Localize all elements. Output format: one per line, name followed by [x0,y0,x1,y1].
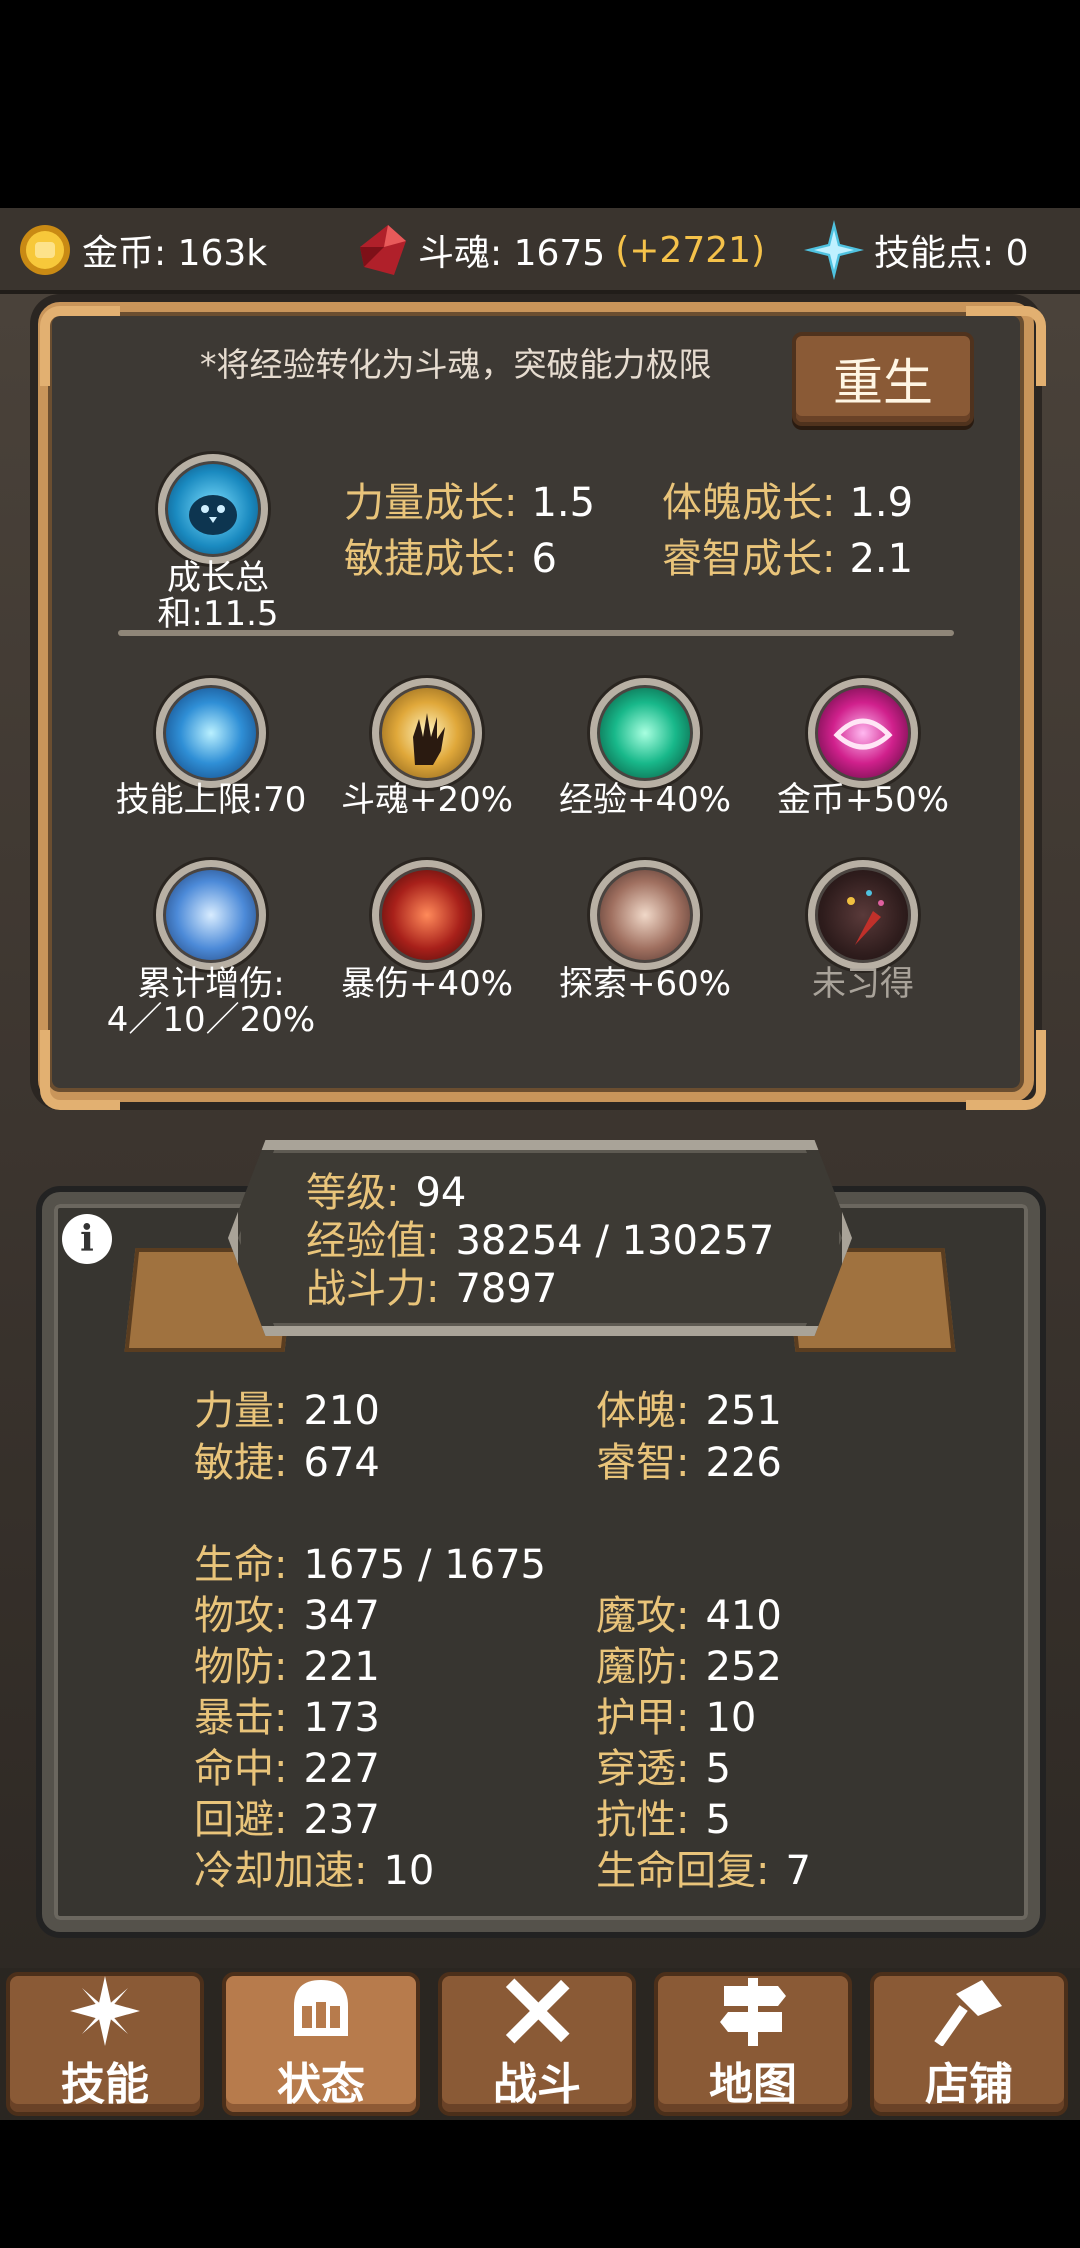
perk-label: 探索+60% [558,964,732,1004]
soul-bonus: (+2721) [615,229,766,271]
stat-penetration: 穿透: 5 [596,1746,731,1792]
tab-skills[interactable]: 技能 [6,1972,204,2116]
resource-bar: 金币: 163k 斗魂: 1675 (+2721) 技能点: 0 [0,208,1080,294]
rebirth-hint: *将经验转化为斗魂，突破能力极限 [200,345,712,384]
stat-phys-def: 物防: 221 [194,1644,380,1690]
growth-strength: 力量成长: 1.5 [344,480,596,526]
tab-battle[interactable]: 战斗 [438,1972,636,2116]
soul-hand-icon[interactable] [372,678,482,788]
frame-corner [966,306,1046,386]
gold-label: 金币: 163k [82,233,268,274]
stat-agility: 敏捷: 674 [194,1440,380,1486]
power-line: 战斗力: 7897 [306,1266,558,1312]
soul-label: 斗魂: 1675 [418,233,606,274]
tab-shop[interactable]: 店铺 [870,1972,1068,2116]
signpost-icon [714,1976,792,2046]
stat-cooldown: 冷却加速: 10 [194,1848,435,1894]
gold-eye-icon[interactable] [808,678,918,788]
gold-resource: 金币: 163k [18,222,267,278]
hammer-icon [930,1976,1008,2046]
stat-mag-atk: 魔攻: 410 [596,1593,782,1639]
skillpoint-resource: 技能点: 0 [804,220,1029,280]
stat-crit: 暴击: 173 [194,1695,380,1741]
stat-resistance: 抗性: 5 [596,1797,731,1843]
sword-strike-icon[interactable] [156,860,266,970]
growth-constitution: 体魄成长: 1.9 [662,480,914,526]
crit-warrior-icon[interactable] [372,860,482,970]
chick-icon [189,495,237,535]
frame-corner [40,306,120,386]
fireworks-icon[interactable] [808,860,918,970]
growth-total-caption: 成长总和:11.5 [157,558,279,634]
stat-phys-atk: 物攻: 347 [194,1593,380,1639]
stat-constitution: 体魄: 251 [596,1388,782,1434]
panel-divider [118,630,954,636]
rebirth-button[interactable]: 重生 [792,332,974,426]
stat-mag-def: 魔防: 252 [596,1644,782,1690]
perk-label: 累计增伤: 4／10／20% [106,964,316,1040]
tab-status[interactable]: 状态 [222,1972,420,2116]
sparkle-icon [66,1976,144,2046]
stat-evasion: 回避: 237 [194,1797,380,1843]
perk-label: 暴伤+40% [340,964,514,1004]
exp-swirl-icon[interactable] [590,678,700,788]
info-icon[interactable]: i [62,1214,112,1264]
helmet-icon [282,1976,360,2046]
crossed-swords-icon [498,1976,576,2046]
perk-label: 经验+40% [558,780,732,820]
perk-label-locked: 未习得 [812,964,914,1004]
growth-agility: 敏捷成长: 6 [344,536,557,582]
growth-total-icon [158,454,268,564]
star-crystal-icon [804,220,864,280]
red-crystal-icon [360,225,406,275]
frame-corner [966,1030,1046,1110]
stat-hp: 生命: 1675 / 1675 [194,1542,546,1588]
stat-accuracy: 命中: 227 [194,1746,380,1792]
gold-coin-icon [20,225,70,275]
soul-resource: 斗魂: 1675 (+2721) [358,222,765,278]
stat-regen: 生命回复: 7 [596,1848,811,1894]
perk-label: 金币+50% [776,780,950,820]
tab-map[interactable]: 地图 [654,1972,852,2116]
stat-wisdom: 睿智: 226 [596,1440,782,1486]
skill-cap-icon[interactable] [156,678,266,788]
perk-label: 斗魂+20% [340,780,514,820]
stat-strength: 力量: 210 [194,1388,380,1434]
stat-armor: 护甲: 10 [596,1695,757,1741]
frame-corner [40,1030,120,1110]
skillpoints-label: 技能点: 0 [874,233,1029,274]
growth-wisdom: 睿智成长: 2.1 [662,536,914,582]
perk-label: 技能上限:70 [115,780,307,820]
horse-icon[interactable] [590,860,700,970]
